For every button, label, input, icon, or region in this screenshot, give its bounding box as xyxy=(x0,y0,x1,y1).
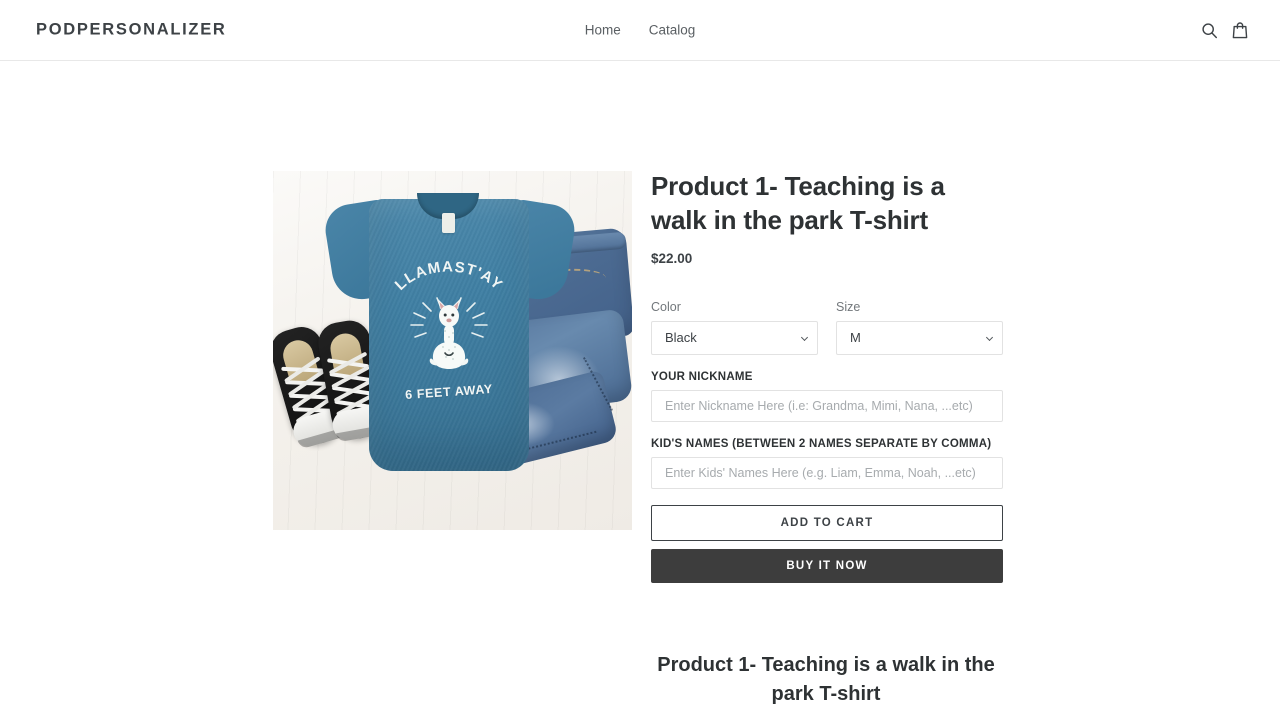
nav-item-home[interactable]: Home xyxy=(585,23,621,38)
product-photo-composition: LLAMAST'AY 6 FEET AWAY xyxy=(273,171,632,530)
product-details-panel: Product 1- Teaching is a walk in the par… xyxy=(651,169,1003,583)
shopping-bag-icon[interactable] xyxy=(1232,21,1248,39)
size-select-wrapper: M xyxy=(836,320,1003,355)
nav-item-catalog[interactable]: Catalog xyxy=(649,23,696,38)
tshirt-arc-text-content: LLAMAST'AY xyxy=(392,261,505,294)
llama-icon xyxy=(429,299,469,369)
page-title: Product 1- Teaching is a walk in the par… xyxy=(651,171,945,236)
tshirt-print-design: LLAMAST'AY 6 FEET AWAY xyxy=(387,261,511,411)
variant-color: Color Black xyxy=(651,300,818,355)
kids-names-input[interactable] xyxy=(651,456,1003,489)
tshirt-brand-tag xyxy=(442,213,455,233)
nickname-input[interactable] xyxy=(651,389,1003,422)
color-label: Color xyxy=(651,299,681,314)
color-select[interactable]: Black xyxy=(651,320,818,355)
description-heading: Product 1- Teaching is a walk in the par… xyxy=(657,654,995,705)
svg-text:LLAMAST'AY: LLAMAST'AY xyxy=(392,261,506,294)
add-to-cart-button[interactable]: ADD TO CART xyxy=(651,504,1003,541)
variant-selectors: Color Black Size M xyxy=(651,300,1003,355)
site-header: PODPERSONALIZER Home Catalog xyxy=(0,0,1280,61)
header-actions xyxy=(1201,21,1248,39)
site-logo[interactable]: PODPERSONALIZER xyxy=(36,21,227,40)
size-select[interactable]: M xyxy=(836,320,1003,355)
product-image[interactable]: LLAMAST'AY 6 FEET AWAY xyxy=(273,171,632,530)
search-icon[interactable] xyxy=(1201,22,1218,39)
kids-names-label: KID'S NAMES (BETWEEN 2 NAMES SEPARATE BY… xyxy=(651,437,992,450)
variant-size: Size M xyxy=(836,300,1003,355)
buy-it-now-button[interactable]: BUY IT NOW xyxy=(651,548,1003,583)
product-price: $22.00 xyxy=(651,250,693,266)
tshirt-bottom-text: 6 FEET AWAY xyxy=(404,381,494,403)
nickname-label: YOUR NICKNAME xyxy=(651,370,753,383)
size-label: Size xyxy=(836,299,861,314)
product-description: Product 1- Teaching is a walk in the par… xyxy=(645,651,1007,720)
color-select-wrapper: Black xyxy=(651,320,818,355)
main-navigation: Home Catalog xyxy=(585,23,696,38)
tshirt-graphic: LLAMAST'AY 6 FEET AWAY xyxy=(321,177,579,477)
